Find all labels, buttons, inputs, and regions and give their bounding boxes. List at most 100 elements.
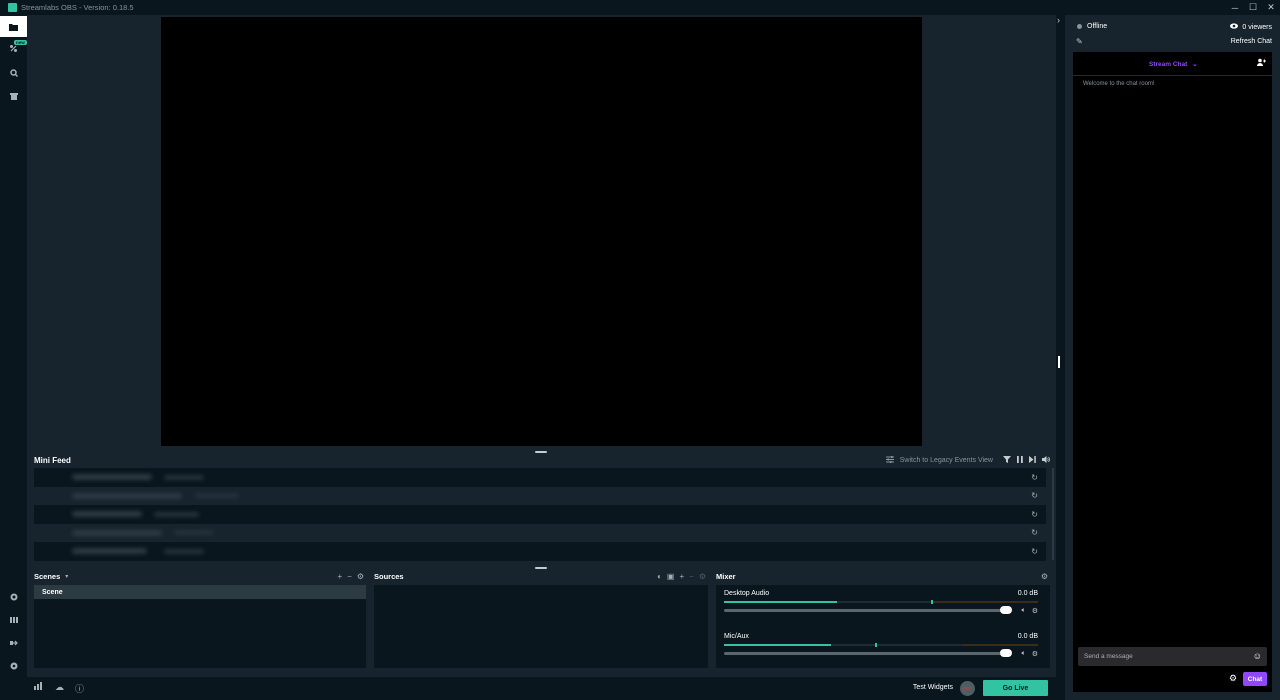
emote-icon[interactable]: ☺ (1253, 651, 1262, 661)
filter-icon[interactable] (1003, 455, 1011, 465)
channel-settings-icon[interactable]: ⚙ (1032, 607, 1038, 615)
info-icon[interactable]: ⓘ (75, 682, 84, 695)
pause-icon[interactable] (1017, 455, 1023, 465)
close-button[interactable]: ✕ (1262, 0, 1280, 15)
add-scene-icon[interactable]: + (337, 572, 342, 581)
maximize-button[interactable]: ☐ (1244, 0, 1262, 15)
mixer-settings-icon[interactable]: ⚙ (1041, 572, 1048, 581)
logout-icon[interactable] (0, 632, 27, 653)
volume-meter (724, 643, 1038, 647)
footer-bar: ☁ ⓘ Test Widgets REC Go Live (27, 677, 1056, 700)
source-visibility-icon[interactable]: ◐ (657, 572, 662, 581)
mixer-body: Desktop Audio 0.0 dB 🔈︎ ⚙ Mic/Aux 0.0 dB… (716, 585, 1050, 668)
sources-list (374, 585, 708, 668)
stream-chat-dropdown[interactable]: Stream Chat ⌄ (1149, 60, 1198, 68)
volume-slider[interactable] (724, 649, 1012, 657)
chat-message-input[interactable] (1084, 651, 1244, 662)
studio-mode-icon[interactable] (0, 609, 27, 630)
scenes-header: Scenes ▾ + − ⚙ (34, 570, 366, 582)
add-folder-icon[interactable]: ▣ (667, 572, 675, 581)
channel-controls: 🔈︎ ⚙ (1022, 650, 1038, 658)
refresh-chat-button[interactable]: Refresh Chat (1231, 38, 1272, 45)
minimize-button[interactable]: ─ (1226, 0, 1244, 15)
scenes-title: Scenes (34, 571, 61, 581)
go-live-button[interactable]: Go Live (983, 680, 1048, 696)
legacy-events-link[interactable]: Switch to Legacy Events View (900, 457, 993, 464)
mini-feed-title: Mini Feed (34, 455, 71, 465)
chevron-right-icon[interactable]: › (1057, 15, 1060, 25)
blurred-event (174, 530, 214, 536)
mini-feed-list: ↻ ↻ ↻ ↻ ↻ (34, 468, 1046, 561)
slider-knob[interactable] (1000, 606, 1012, 614)
replay-icon[interactable]: ↻ (1031, 510, 1038, 519)
channel-db: 0.0 dB (1017, 590, 1038, 597)
replay-icon[interactable]: ↻ (1031, 547, 1038, 556)
add-source-icon[interactable]: + (679, 572, 684, 581)
chat-welcome-message: Welcome to the chat room! (1083, 81, 1155, 87)
sliders-icon[interactable] (885, 455, 894, 465)
sources-title: Sources (374, 571, 404, 581)
stream-preview[interactable] (161, 17, 922, 446)
chat-title-text: Stream Chat (1149, 61, 1188, 68)
preview-area (27, 15, 1056, 448)
window-title: Streamlabs OBS - Version: 0.18.5 (21, 3, 134, 12)
replay-icon[interactable]: ↻ (1031, 528, 1038, 537)
minifeed-resize-handle[interactable] (535, 567, 547, 569)
eye-icon (1230, 23, 1239, 31)
channel-name: Desktop Audio (724, 590, 770, 597)
users-icon[interactable] (1257, 58, 1266, 69)
mixer-title: Mixer (716, 571, 736, 581)
main-area: Mini Feed Switch to Legacy Events View ↻… (27, 15, 1056, 700)
store-icon[interactable] (0, 85, 27, 106)
replay-icon[interactable]: ↻ (1031, 473, 1038, 482)
edit-stream-info-icon[interactable]: ✎ (1076, 37, 1083, 46)
scene-settings-icon[interactable]: ⚙ (357, 572, 364, 581)
test-widgets-button[interactable]: Test Widgets (913, 684, 953, 691)
replay-icon[interactable]: ↻ (1031, 491, 1038, 500)
skip-icon[interactable] (1029, 455, 1036, 465)
search-icon[interactable] (0, 62, 27, 83)
sources-panel: Sources ◐ ▣ + − ⚙ (374, 570, 708, 668)
bottom-panels: Scenes ▾ + − ⚙ Scene Sources ◐ ▣ + − ⚙ M… (34, 570, 1050, 670)
scenes-list: Scene (34, 585, 366, 668)
chat-send-button[interactable]: Chat (1243, 672, 1267, 686)
blurred-event (72, 548, 147, 555)
channel-settings-icon[interactable]: ⚙ (1032, 650, 1038, 658)
blurred-event (194, 493, 239, 499)
settings-icon[interactable] (0, 655, 27, 676)
mini-feed-tools: Switch to Legacy Events View (885, 453, 1050, 467)
panel-drag-handle[interactable] (1058, 356, 1060, 368)
slider-knob[interactable] (1000, 649, 1012, 657)
chat-settings-icon[interactable]: ⚙ (1229, 673, 1237, 684)
mini-feed: Mini Feed Switch to Legacy Events View ↻… (34, 453, 1054, 563)
viewer-count: 0 viewers (1230, 23, 1272, 31)
channel-name: Mic/Aux (724, 633, 749, 640)
mini-feed-scrollbar[interactable] (1052, 468, 1054, 560)
editor-folder-icon[interactable] (0, 16, 27, 37)
blurred-event (154, 511, 199, 517)
record-button[interactable]: REC (960, 681, 975, 696)
cloud-icon[interactable]: ☁ (55, 682, 64, 693)
blurred-event (164, 474, 204, 480)
performance-stats-icon[interactable] (34, 682, 42, 692)
mixer-tools: ⚙ (1041, 570, 1048, 582)
meter-fill (724, 601, 838, 603)
remove-source-icon[interactable]: − (689, 572, 694, 581)
mixer-header: Mixer ⚙ (716, 570, 1050, 582)
scenes-dropdown-icon[interactable]: ▾ (65, 573, 68, 580)
list-item: ↻ (34, 542, 1046, 561)
volume-slider[interactable] (724, 606, 1012, 614)
speaker-icon[interactable]: 🔈︎ (1022, 607, 1026, 615)
scene-item[interactable]: Scene (34, 585, 366, 599)
new-badge: new (14, 40, 27, 45)
speaker-icon[interactable]: 🔈︎ (1022, 650, 1026, 658)
help-icon[interactable] (0, 586, 27, 607)
blurred-event (72, 474, 152, 481)
volume-icon[interactable] (1042, 455, 1050, 465)
chat-box: Stream Chat ⌄ Welcome to the chat room! … (1073, 52, 1272, 692)
scenes-tools: + − ⚙ (337, 570, 364, 582)
channel-controls: 🔈︎ ⚙ (1022, 607, 1038, 615)
source-settings-icon[interactable]: ⚙ (699, 572, 706, 581)
remove-scene-icon[interactable]: − (347, 572, 352, 581)
blurred-event (72, 529, 162, 536)
